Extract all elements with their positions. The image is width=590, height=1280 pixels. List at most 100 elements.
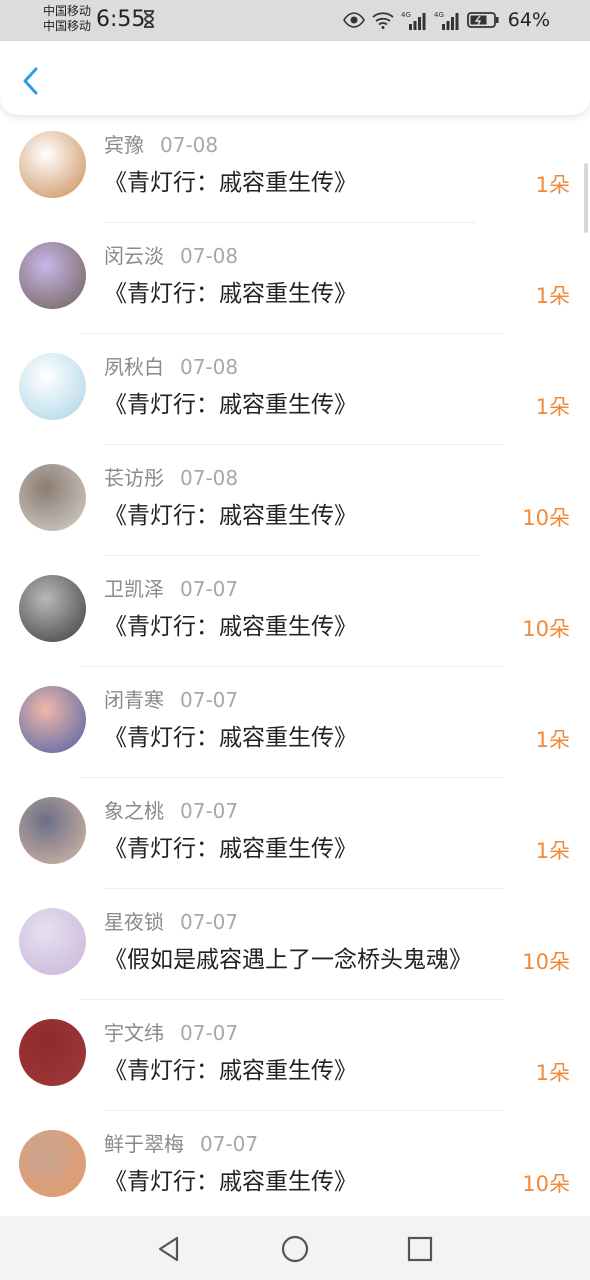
gift-date: 07-08 [180, 244, 239, 268]
book-title[interactable]: 《青灯行：戚容重生传》 [104, 389, 357, 421]
scrollbar[interactable] [584, 163, 588, 233]
user-name-line: 象之桃 07-07 [104, 797, 238, 825]
list-item[interactable]: 闭青寒 07-07 《青灯行：戚容重生传》 1朵 [0, 670, 590, 781]
svg-text:4G: 4G [434, 11, 444, 19]
avatar[interactable] [19, 797, 86, 864]
list-item[interactable]: 卫凯泽 07-07 《青灯行：戚容重生传》 10朵 [0, 559, 590, 670]
user-name: 夙秋白 [104, 355, 164, 379]
divider [104, 444, 504, 445]
list-item[interactable]: 闵云淡 07-08 《青灯行：戚容重生传》 1朵 [0, 226, 590, 337]
flower-count: 1朵 [535, 839, 570, 863]
book-title[interactable]: 《青灯行：戚容重生传》 [104, 1166, 357, 1198]
list-item[interactable]: 宾豫 07-08 《青灯行：戚容重生传》 1朵 [0, 115, 590, 226]
gift-record-list: 宾豫 07-08 《青灯行：戚容重生传》 1朵 闵云淡 07-08 《青灯行：戚容重生传》 1… [0, 115, 590, 1216]
avatar[interactable] [19, 1130, 86, 1197]
signal-icon-1: 4G [401, 11, 426, 30]
status-time: 6:55 [96, 7, 146, 32]
book-title[interactable]: 《青灯行：戚容重生传》 [104, 167, 357, 199]
gift-date: 07-07 [180, 1021, 239, 1045]
divider [80, 999, 504, 1000]
flower-count: 10朵 [522, 950, 570, 974]
book-title[interactable]: 《青灯行：戚容重生传》 [104, 722, 357, 754]
user-name-line: 闭青寒 07-07 [104, 686, 238, 714]
flower-count: 1朵 [535, 728, 570, 752]
user-name: 宾豫 [104, 133, 144, 157]
flower-count: 10朵 [522, 617, 570, 641]
user-name-line: 苌访彤 07-08 [104, 464, 238, 492]
flower-count: 1朵 [535, 284, 570, 308]
user-name: 苌访彤 [104, 466, 164, 490]
carrier-2: 中国移动 [43, 19, 92, 33]
flower-count: 10朵 [522, 1172, 570, 1196]
user-name: 卫凯泽 [104, 577, 164, 601]
flower-count: 1朵 [535, 173, 570, 197]
gift-date: 07-07 [180, 577, 239, 601]
avatar[interactable] [19, 353, 86, 420]
user-name: 象之桃 [104, 799, 164, 823]
book-title[interactable]: 《假如是戚容遇上了一念桥头鬼魂》 [104, 944, 472, 976]
flower-count: 10朵 [522, 506, 570, 530]
book-title[interactable]: 《青灯行：戚容重生传》 [104, 1055, 357, 1087]
battery-icon [466, 12, 499, 28]
svg-text:4G: 4G [401, 11, 411, 19]
user-name-line: 夙秋白 07-08 [104, 353, 238, 381]
wifi-icon [372, 12, 394, 29]
gift-date: 07-08 [180, 355, 239, 379]
user-name-line: 闵云淡 07-08 [104, 242, 238, 270]
book-title[interactable]: 《青灯行：戚容重生传》 [104, 833, 357, 865]
list-item[interactable]: 苌访彤 07-08 《青灯行：戚容重生传》 10朵 [0, 448, 590, 559]
avatar[interactable] [19, 464, 86, 531]
divider [104, 888, 504, 889]
user-name-line: 宇文纬 07-07 [104, 1019, 238, 1047]
avatar[interactable] [19, 1019, 86, 1086]
square-recents-icon[interactable] [405, 1234, 435, 1264]
gift-date: 07-07 [180, 799, 239, 823]
divider [80, 666, 504, 667]
circle-home-icon[interactable] [280, 1234, 310, 1264]
divider [104, 555, 480, 556]
avatar[interactable] [19, 575, 86, 642]
header-bar [0, 41, 590, 115]
book-title[interactable]: 《青灯行：戚容重生传》 [104, 611, 357, 643]
user-name-line: 宾豫 07-08 [104, 131, 218, 159]
user-name: 闭青寒 [104, 688, 164, 712]
list-item[interactable]: 象之桃 07-07 《青灯行：戚容重生传》 1朵 [0, 781, 590, 892]
book-title[interactable]: 《青灯行：戚容重生传》 [104, 500, 357, 532]
user-name-line: 星夜锁 07-07 [104, 908, 238, 936]
carrier-1: 中国移动 [43, 4, 92, 18]
carrier-labels: 中国移动 中国移动 [43, 4, 91, 34]
gift-date: 07-08 [180, 466, 239, 490]
gift-date: 07-08 [160, 133, 219, 157]
avatar[interactable] [19, 908, 86, 975]
user-name: 星夜锁 [104, 910, 164, 934]
list-item[interactable]: 鲜于翠梅 07-07 《青灯行：戚容重生传》 10朵 [0, 1114, 590, 1216]
gift-date: 07-07 [200, 1132, 259, 1156]
battery-percentage: 64% [507, 9, 550, 31]
book-title[interactable]: 《青灯行：戚容重生传》 [104, 278, 357, 310]
flower-count: 1朵 [535, 395, 570, 419]
system-navbar [0, 1216, 590, 1280]
list-item[interactable]: 宇文纬 07-07 《青灯行：戚容重生传》 1朵 [0, 1003, 590, 1114]
user-name: 鲜于翠梅 [104, 1132, 184, 1156]
gift-date: 07-07 [180, 910, 239, 934]
divider [80, 777, 504, 778]
list-item[interactable]: 夙秋白 07-08 《青灯行：戚容重生传》 1朵 [0, 337, 590, 448]
divider [104, 1110, 504, 1111]
avatar[interactable] [19, 242, 86, 309]
chevron-left-icon[interactable] [16, 63, 48, 99]
status-icons: 4G 4G 64% [342, 7, 550, 33]
divider [104, 222, 476, 223]
divider [80, 333, 504, 334]
avatar[interactable] [19, 686, 86, 753]
hourglass-icon [144, 10, 154, 28]
user-name-line: 卫凯泽 07-07 [104, 575, 238, 603]
avatar[interactable] [19, 131, 86, 198]
list-item[interactable]: 星夜锁 07-07 《假如是戚容遇上了一念桥头鬼魂》 10朵 [0, 892, 590, 1003]
signal-icon-2: 4G [434, 11, 459, 30]
user-name: 闵云淡 [104, 244, 164, 268]
user-name: 宇文纬 [104, 1021, 164, 1045]
status-bar: 中国移动 中国移动 6:55 4G 4G 64% [0, 0, 590, 41]
triangle-back-icon[interactable] [154, 1234, 184, 1264]
user-name-line: 鲜于翠梅 07-07 [104, 1130, 258, 1158]
flower-count: 1朵 [535, 1061, 570, 1085]
